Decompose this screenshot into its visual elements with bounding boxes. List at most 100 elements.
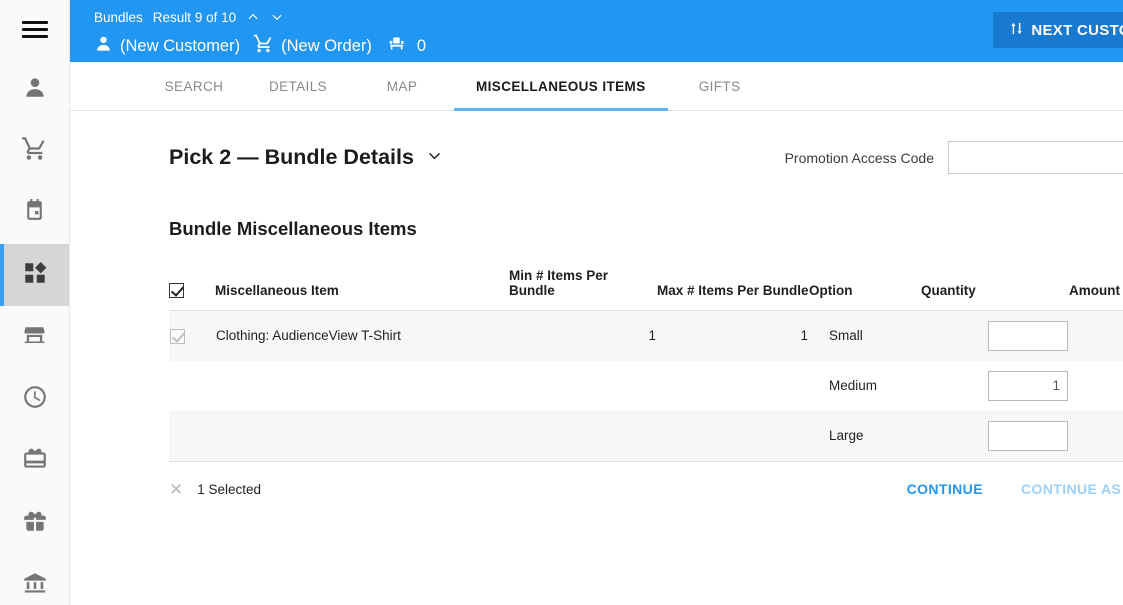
row-item-name xyxy=(215,361,509,411)
order-name: (New Order) xyxy=(281,36,372,55)
close-icon[interactable]: ✕ xyxy=(169,481,183,498)
section-title: Bundle Miscellaneous Items xyxy=(169,218,417,239)
promotion-access-code-group: Promotion Access Code GO xyxy=(785,141,1123,174)
customer-chip[interactable]: (New Customer) xyxy=(94,34,240,58)
sidebar xyxy=(0,0,70,605)
cart-icon xyxy=(21,135,48,167)
sidebar-item-events[interactable] xyxy=(0,182,69,244)
promotion-access-code-label: Promotion Access Code xyxy=(784,149,934,166)
table-row: Large xyxy=(169,410,1123,461)
customer-name: (New Customer) xyxy=(120,36,241,55)
row-amount xyxy=(1069,410,1123,461)
row-checkbox-cell xyxy=(169,310,215,361)
row-checkbox-cell xyxy=(169,361,215,411)
row-max-items xyxy=(657,361,809,411)
promotion-input-group: GO xyxy=(948,141,1123,174)
row-max-items: 1 xyxy=(657,310,809,361)
header-max: Max # Items Per Bundle xyxy=(657,268,809,311)
tab-map[interactable]: MAP xyxy=(350,62,454,110)
seats-chip[interactable]: 0 xyxy=(387,33,426,59)
person-icon xyxy=(22,74,48,105)
quantity-input-large[interactable] xyxy=(988,420,1068,451)
promotion-access-code-input[interactable] xyxy=(948,141,1123,174)
hamburger-icon xyxy=(21,17,48,42)
store-icon xyxy=(22,322,47,352)
swap-vertical-icon xyxy=(1009,20,1024,41)
row-quantity-cell xyxy=(921,410,1069,461)
row-option: Medium xyxy=(829,378,878,393)
seats-count: 0 xyxy=(416,36,427,55)
sidebar-item-finance[interactable] xyxy=(0,554,69,605)
quantity-input-small[interactable] xyxy=(988,320,1068,351)
row-item-name xyxy=(215,410,509,461)
sidebar-item-customers[interactable] xyxy=(0,58,69,120)
header-context-row: (New Customer) (New Order) 0 xyxy=(94,31,1123,61)
header-min: Min # Items Per Bundle xyxy=(509,268,657,311)
sidebar-item-venues[interactable] xyxy=(0,306,69,368)
sidebar-item-history[interactable] xyxy=(0,368,69,430)
header-item: Miscellaneous Item xyxy=(215,268,509,311)
row-quantity-cell xyxy=(921,310,1069,361)
row-quantity-cell xyxy=(921,361,1069,411)
bank-icon xyxy=(22,570,48,601)
chevron-down-icon[interactable] xyxy=(426,145,443,170)
table-header-row: Miscellaneous Item Min # Items Per Bundl… xyxy=(169,268,1123,311)
table-head: Miscellaneous Item Min # Items Per Bundl… xyxy=(169,268,1123,311)
continue-button[interactable]: CONTINUE xyxy=(907,481,983,497)
misc-items-table: Miscellaneous Item Min # Items Per Bundl… xyxy=(169,268,1123,461)
header-option: Option xyxy=(809,268,921,311)
result-counter: Result 9 of 10 xyxy=(152,9,237,25)
calendar-icon xyxy=(22,198,47,228)
row-amount: $25.00 xyxy=(1069,310,1123,361)
sidebar-item-orders[interactable] xyxy=(0,120,69,182)
breadcrumb-section[interactable]: Bundles xyxy=(94,10,143,25)
page-title[interactable]: Pick 2 — Bundle Details xyxy=(169,145,443,170)
select-all-checkbox[interactable] xyxy=(169,283,184,298)
tab-details[interactable]: DETAILS xyxy=(246,62,350,110)
gift-box-icon xyxy=(22,508,48,539)
header-amount: Amount xyxy=(1069,268,1123,311)
main-area: Bundles Result 9 of 10 (New Customer) (N… xyxy=(70,0,1123,605)
table-row: Medium xyxy=(169,361,1123,411)
misc-items-table-wrap: Miscellaneous Item Min # Items Per Bundl… xyxy=(70,240,1123,461)
bundles-icon xyxy=(22,260,48,291)
row-min-items xyxy=(509,410,657,461)
order-chip[interactable]: (New Order) xyxy=(253,33,372,59)
tab-gifts[interactable]: GIFTS xyxy=(668,62,772,110)
seat-icon xyxy=(387,33,408,59)
page-title-row: Pick 2 — Bundle Details Promotion Access… xyxy=(70,111,1123,174)
page-title-text: Pick 2 — Bundle Details xyxy=(169,145,414,169)
gift-card-icon xyxy=(22,446,48,477)
person-icon xyxy=(94,34,113,58)
content-area: Pick 2 — Bundle Details Promotion Access… xyxy=(70,111,1123,517)
clock-icon xyxy=(22,384,48,415)
table-row: Clothing: AudienceView T-Shirt 1 1 Small… xyxy=(169,310,1123,361)
tab-search[interactable]: SEARCH xyxy=(142,62,246,110)
hamburger-menu-button[interactable] xyxy=(0,0,69,58)
row-checkbox-cell xyxy=(169,410,215,461)
sidebar-item-gift-cards[interactable] xyxy=(0,430,69,492)
tab-bar: SEARCH DETAILS MAP MISCELLANEOUS ITEMS G… xyxy=(70,62,1123,111)
row-amount xyxy=(1069,361,1123,411)
select-all-header xyxy=(169,268,215,311)
next-customer-button[interactable]: NEXT CUSTOMER xyxy=(993,12,1123,48)
quantity-input-medium[interactable] xyxy=(988,370,1068,401)
header-quantity: Quantity xyxy=(921,268,1069,311)
row-option: Small xyxy=(809,310,921,361)
app-root: Bundles Result 9 of 10 (New Customer) (N… xyxy=(0,0,1123,605)
table-body: Clothing: AudienceView T-Shirt 1 1 Small… xyxy=(169,310,1123,461)
sidebar-item-bundles[interactable] xyxy=(0,244,69,306)
table-footer-actions: ✕ 1 Selected CONTINUE CONTINUE AS OFFER xyxy=(169,460,1123,517)
header-breadcrumb-row: Bundles Result 9 of 10 xyxy=(94,6,1123,28)
caret-down-icon[interactable] xyxy=(270,10,284,24)
sidebar-item-gifts[interactable] xyxy=(0,492,69,554)
row-option: Large xyxy=(809,410,921,461)
row-min-items: 1 xyxy=(509,310,657,361)
next-customer-label: NEXT CUSTOMER xyxy=(1031,21,1123,39)
tab-miscellaneous-items[interactable]: MISCELLANEOUS ITEMS xyxy=(454,62,668,111)
selected-count: 1 Selected xyxy=(197,481,262,497)
cart-icon xyxy=(253,33,274,59)
continue-as-offer-button[interactable]: CONTINUE AS OFFER xyxy=(1021,481,1123,497)
caret-up-icon[interactable] xyxy=(246,10,260,24)
row-item-name: Clothing: AudienceView T-Shirt xyxy=(215,310,509,361)
